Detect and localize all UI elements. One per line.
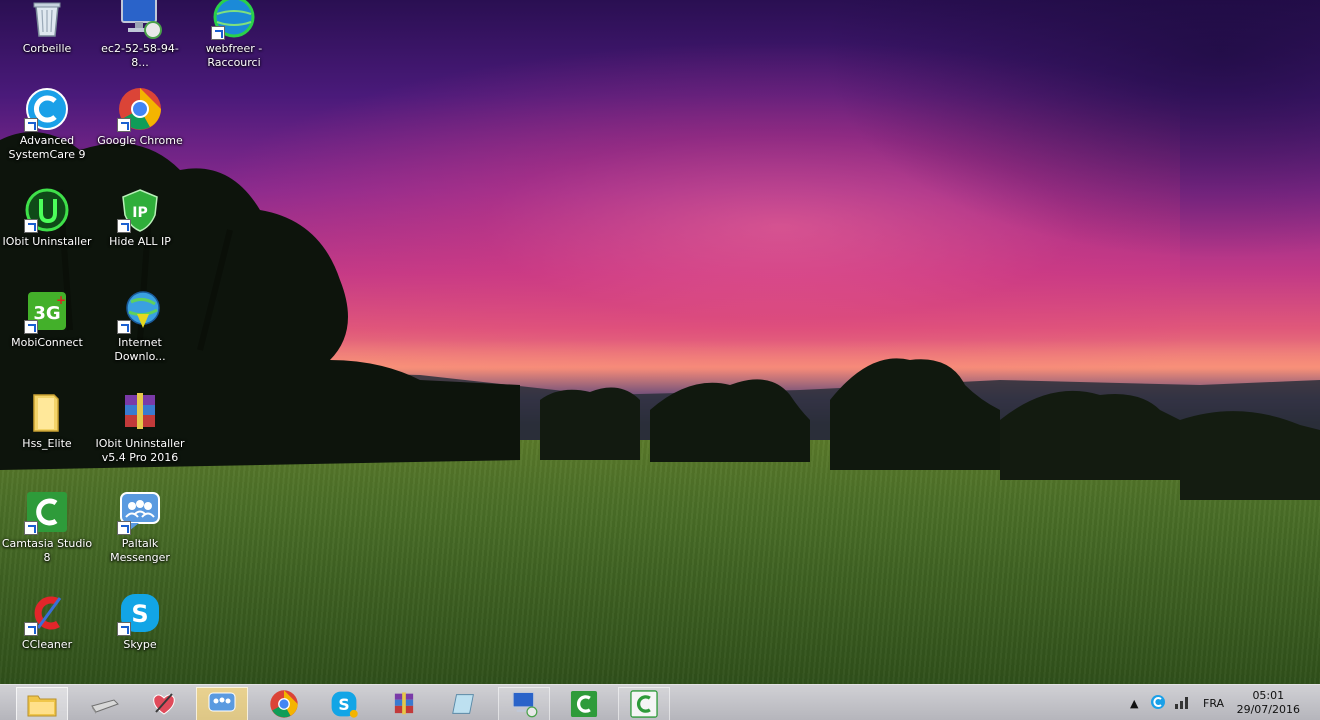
desktop-icon-camtasia-studio[interactable]: Camtasia Studio 8 xyxy=(1,489,93,585)
desktop-icon-label: Google Chrome xyxy=(97,134,183,147)
camtasia-icon xyxy=(570,690,598,718)
desktop-icon-iobit-uninstaller-pro[interactable]: IObit Uninstaller v5.4 Pro 2016 xyxy=(94,389,186,485)
desktop-icon-label: Advanced SystemCare 9 xyxy=(8,134,86,161)
mobiconnect-icon: 3G + xyxy=(24,288,70,334)
ccleaner-icon xyxy=(24,590,70,636)
desktop-icon-webfreer[interactable]: webfreer - Raccourci xyxy=(188,0,280,90)
advanced-systemcare-icon xyxy=(24,86,70,132)
winrar-archive-icon xyxy=(117,389,163,435)
paltalk-icon xyxy=(117,489,163,535)
remote-desktop-icon xyxy=(512,691,538,718)
desktop-icon-label: IObit Uninstaller xyxy=(2,235,92,248)
chrome-icon xyxy=(270,690,298,718)
desktop-icon-hss-elite[interactable]: Hss_Elite xyxy=(1,389,93,485)
clock-date: 29/07/2016 xyxy=(1236,703,1300,716)
folder-icon xyxy=(24,389,70,435)
scanner-icon xyxy=(91,699,119,714)
desktop-icon-label: Corbeille xyxy=(22,42,72,55)
skype-icon: S xyxy=(117,590,163,636)
language-indicator[interactable]: FRA xyxy=(1203,697,1224,710)
desktop-icon-label: Skype xyxy=(123,638,157,651)
desktop-icon-label: IObit Uninstaller v5.4 Pro 2016 xyxy=(95,437,185,464)
desktop-icon-label: Paltalk Messenger xyxy=(110,537,170,564)
taskbar-remote-desktop-button[interactable] xyxy=(498,687,550,720)
iobit-uninstaller-icon xyxy=(24,187,70,233)
webfreer-icon xyxy=(211,0,257,40)
hide-all-ip-icon: IP xyxy=(117,187,163,233)
skype-icon: S xyxy=(331,691,358,718)
taskbar-chrome-button[interactable] xyxy=(258,687,310,720)
chrome-icon xyxy=(117,86,163,132)
desktop-icon-hide-all-ip[interactable]: IP Hide ALL IP xyxy=(94,187,186,283)
desktop-icon-mobiconnect[interactable]: 3G + MobiConnect xyxy=(1,288,93,384)
winrar-icon xyxy=(394,692,414,715)
desktop-icon-label: Hide ALL IP xyxy=(109,235,171,248)
heart-pen-icon xyxy=(153,693,175,715)
taskbar-winrar-button[interactable] xyxy=(378,687,430,720)
taskbar-camtasia-button[interactable] xyxy=(558,687,610,720)
desktop-icon-paltalk-messenger[interactable]: Paltalk Messenger xyxy=(94,489,186,585)
desktop-icon-internet-download-manager[interactable]: Internet Downlo... xyxy=(94,288,186,384)
taskbar-scanner-button[interactable] xyxy=(78,687,130,720)
desktop-icon-label: CCleaner xyxy=(21,638,73,651)
desktop-icon-iobit-uninstaller[interactable]: IObit Uninstaller xyxy=(1,187,93,283)
taskbar-skype-button[interactable]: S xyxy=(318,687,370,720)
taskbar-camtasia-recorder-button[interactable] xyxy=(618,687,670,720)
show-hidden-icons-button[interactable]: ▲ xyxy=(1130,697,1138,710)
advanced-systemcare-tray-icon[interactable] xyxy=(1150,694,1166,713)
remote-desktop-icon xyxy=(117,0,163,40)
paltalk-icon xyxy=(208,692,236,712)
internet-download-manager-icon xyxy=(117,288,163,334)
system-clock[interactable]: 05:01 29/07/2016 xyxy=(1237,689,1300,717)
desktop-icon-skype[interactable]: S Skype xyxy=(94,590,186,686)
svg-text:IP: IP xyxy=(132,205,147,221)
desktop-icon-label: Internet Downlo... xyxy=(114,336,166,363)
taskbar-notepad-button[interactable] xyxy=(438,687,490,720)
svg-text:S: S xyxy=(131,600,148,628)
desktop-icon-ccleaner[interactable]: CCleaner xyxy=(1,590,93,686)
desktop-icon-label: Camtasia Studio 8 xyxy=(1,537,93,564)
svg-text:S: S xyxy=(338,695,349,714)
taskbar-paltalk-button[interactable] xyxy=(196,687,248,720)
network-tray-icon[interactable] xyxy=(1174,694,1190,713)
camtasia-recorder-icon xyxy=(630,690,658,718)
clock-time: 05:01 xyxy=(1252,689,1285,702)
desktop-icon-grid: Corbeille Advanced SystemCare 9 IObit Un… xyxy=(0,0,300,684)
taskbar-heart-pen-button[interactable] xyxy=(138,687,190,720)
desktop-icon-label: ec2-52-58-94-8... xyxy=(101,42,179,69)
desktop-icon-advanced-systemcare[interactable]: Advanced SystemCare 9 xyxy=(1,86,93,182)
desktop-icon-corbeille[interactable]: Corbeille xyxy=(1,0,93,90)
desktop-icon-google-chrome[interactable]: Google Chrome xyxy=(94,86,186,182)
desktop-icon-remote-desktop[interactable]: ec2-52-58-94-8... xyxy=(94,0,186,90)
taskbar-file-explorer-button[interactable] xyxy=(16,687,68,720)
file-explorer-icon xyxy=(27,695,57,717)
notepad-icon xyxy=(452,694,474,714)
taskbar: S ▲ FRA 05:01 29/07/2016 xyxy=(0,684,1320,720)
desktop-icon-label: Hss_Elite xyxy=(22,437,72,450)
desktop-icon-label: webfreer - Raccourci xyxy=(205,42,263,69)
recycle-bin-icon xyxy=(24,0,70,40)
svg-text:+: + xyxy=(56,293,66,307)
desktop-icon-label: MobiConnect xyxy=(11,336,83,349)
camtasia-icon xyxy=(24,489,70,535)
